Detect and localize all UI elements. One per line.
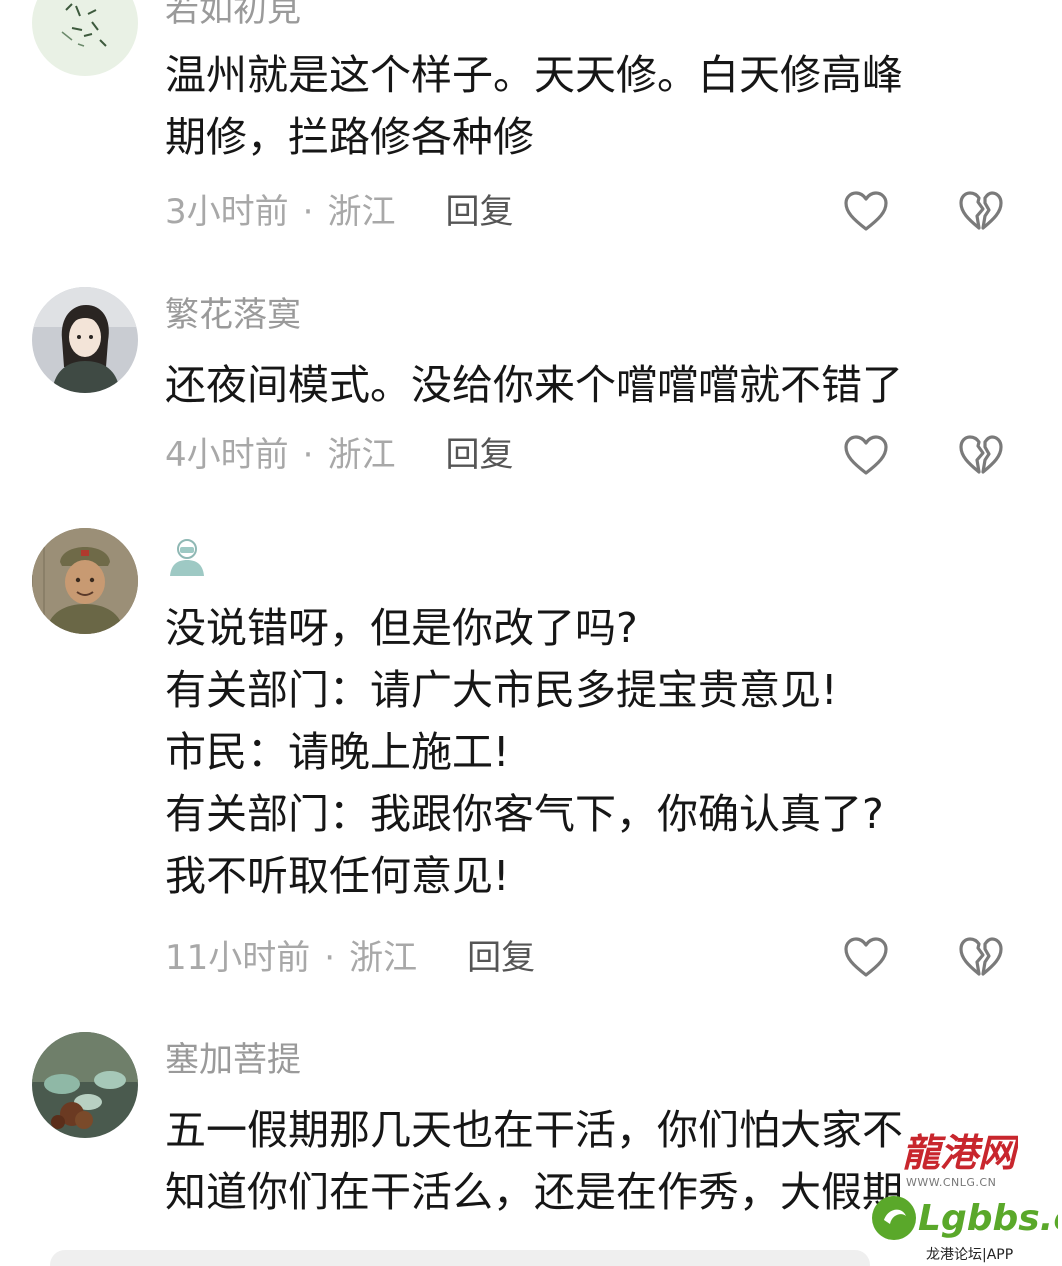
avatar[interactable] — [32, 1032, 138, 1138]
comment-line: 五一假期那几天也在干活，你们怕大家不 — [165, 1106, 903, 1154]
comment-text: 没说错呀，但是你改了吗? 有关部门：请广大市民多提宝贵意见! 市民：请晚上施工!… — [165, 597, 884, 907]
watermark-brand-text: Lgbbs.cn — [918, 1198, 1058, 1239]
broken-heart-icon[interactable] — [958, 936, 1004, 978]
watermark-logo-text: 龍港网 — [902, 1130, 1018, 1175]
username[interactable]: 繁花落寞 — [165, 295, 301, 335]
comment-text: 温州就是这个样子。天天修。白天修高峰 期修，拦路修各种修 — [165, 44, 903, 168]
separator: · — [324, 938, 336, 978]
comment-meta: 4小时前 · 浙江 回复 — [165, 435, 513, 475]
separator: · — [302, 435, 314, 475]
comment-text: 还夜间模式。没给你来个嚐嚐嚐就不错了 — [165, 354, 903, 416]
comment-line: 有关部门：我跟你客气下，你确认真了? — [165, 790, 884, 838]
comment-line: 有关部门：请广大市民多提宝贵意见! — [165, 666, 838, 714]
location: 浙江 — [327, 435, 396, 475]
comment-line: 我不听取任何意见! — [165, 852, 510, 900]
broken-heart-icon[interactable] — [958, 434, 1004, 476]
watermark-subtitle: 龙港论坛|APP — [926, 1247, 1014, 1263]
comment-meta: 11小时前 · 浙江 回复 — [165, 938, 535, 978]
separator: · — [302, 192, 314, 232]
timestamp: 3小时前 — [165, 192, 289, 232]
watermark-url: WWW.CNLG.CN — [906, 1176, 997, 1189]
comment-line: 温州就是这个样子。天天修。白天修高峰 — [165, 51, 903, 99]
comment-line: 知道你们在干活么，还是在作秀，大假期 — [165, 1168, 903, 1216]
timestamp: 4小时前 — [165, 435, 289, 475]
reply-button[interactable]: 回复 — [445, 192, 513, 232]
user-badge-icon — [170, 539, 204, 576]
comment-meta: 3小时前 · 浙江 回复 — [165, 192, 513, 232]
comment-line: 期修，拦路修各种修 — [165, 113, 534, 161]
watermark-logo: 龍港网 — [902, 1130, 1018, 1175]
broken-heart-icon[interactable] — [958, 190, 1004, 232]
username[interactable]: 塞加菩提 — [165, 1040, 301, 1080]
avatar[interactable] — [32, 287, 138, 393]
location: 浙江 — [349, 938, 418, 978]
comment-text: 五一假期那几天也在干活，你们怕大家不 知道你们在干活么，还是在作秀，大假期 — [165, 1099, 903, 1223]
heart-outline-icon[interactable] — [843, 190, 889, 232]
comment-line: 还夜间模式。没给你来个嚐嚐嚐就不错了 — [165, 361, 903, 409]
username[interactable]: 若如初見 — [165, 0, 301, 30]
comment-line: 市民：请晚上施工! — [165, 728, 510, 776]
avatar[interactable] — [32, 528, 138, 634]
location: 浙江 — [327, 192, 396, 232]
heart-outline-icon[interactable] — [843, 936, 889, 978]
avatar[interactable] — [32, 0, 138, 76]
reply-button[interactable]: 回复 — [467, 938, 535, 978]
timestamp: 11小时前 — [165, 938, 311, 978]
comment-line: 没说错呀，但是你改了吗? — [165, 604, 638, 652]
heart-outline-icon[interactable] — [843, 434, 889, 476]
reply-button[interactable]: 回复 — [445, 435, 513, 475]
comment-input-bar[interactable] — [50, 1250, 870, 1266]
watermark-brand-logo: Lgbbs.cn — [872, 1196, 1058, 1240]
